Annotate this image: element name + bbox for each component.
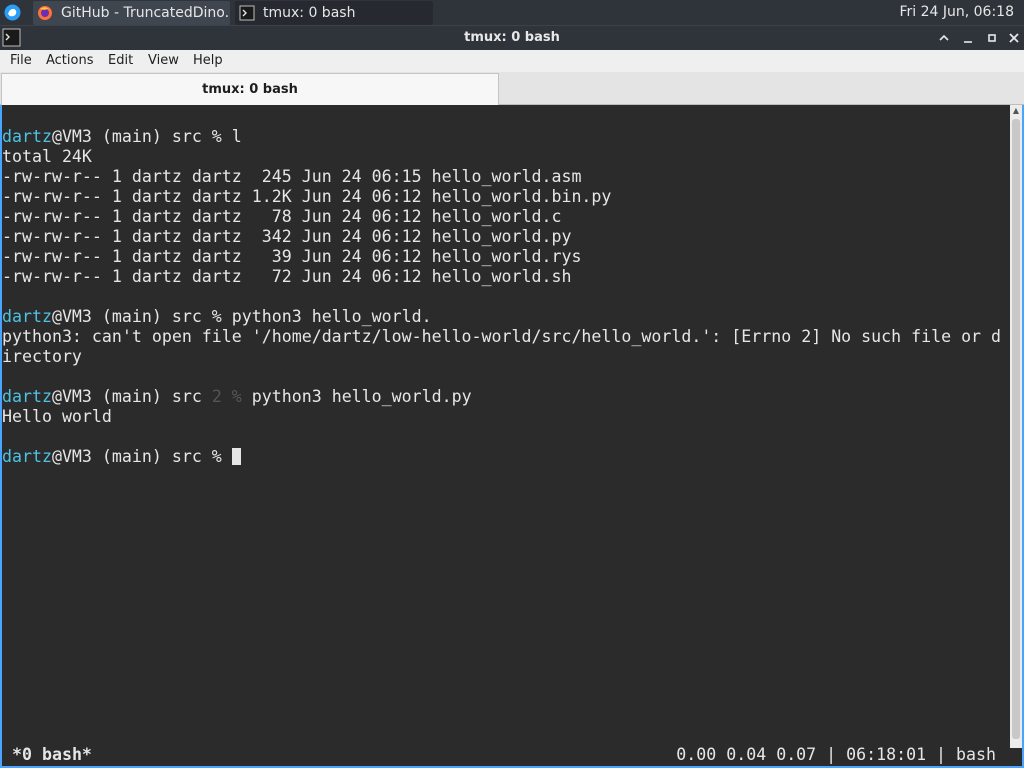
prompt-user: dartz [2,447,52,466]
window-title: tmux: 0 bash [464,30,560,45]
close-button[interactable] [1004,28,1024,48]
terminal-output-line: -rw-rw-r-- 1 dartz dartz 78 Jun 24 06:12… [2,207,562,226]
terminal-output-line: python3: can't open file '/home/dartz/lo… [2,327,1002,346]
terminal-icon [239,5,255,21]
terminal-prompt-line: dartz@VM3 (main) src % python3 hello_wor… [2,307,1001,327]
menu-view[interactable]: View [148,50,179,72]
terminal-prompt-line: dartz@VM3 (main) src % [2,447,1001,467]
tab-bar: tmux: 0 bash [0,72,1024,105]
terminal-output-line: -rw-rw-r-- 1 dartz dartz 72 Jun 24 06:12… [2,267,572,286]
minimize-button[interactable] [958,28,978,48]
terminal-output-line: Hello world [2,407,112,426]
terminal-output-line: -rw-rw-r-- 1 dartz dartz 1.2K Jun 24 06:… [2,187,612,206]
terminal-output-line: irectory [2,347,82,366]
tmux-window-list[interactable]: *0 bash* [12,744,92,766]
scrollbar-thumb[interactable] [1012,119,1020,739]
maximize-button[interactable] [982,28,1002,48]
taskbar: GitHub - TruncatedDino... tmux: 0 bash F… [0,0,1024,25]
terminal-output-line: -rw-rw-r-- 1 dartz dartz 342 Jun 24 06:1… [2,227,572,246]
prompt-command: python3 hello_world. [231,307,432,326]
terminal-prompt-line: dartz@VM3 (main) src 2 % python3 hello_w… [2,387,1001,407]
prompt-user: dartz [2,307,52,326]
prompt-user: dartz [2,127,52,146]
task-label: tmux: 0 bash [263,5,356,21]
tmux-status-right: 0.00 0.04 0.07 | 06:18:01 | bash [676,745,996,764]
terminal-view[interactable]: dartz@VM3 (main) src % l total 24K -rw-rw-… [0,105,1024,768]
clock[interactable]: Fri 24 Jun, 06:18 [899,0,1014,25]
prompt-host-path: @VM3 (main) src % [51,127,232,146]
prompt-user: dartz [2,387,52,406]
prompt-command: l [231,127,242,146]
terminal-output-line: total 24K [2,147,92,166]
tab-tmux-bash[interactable]: tmux: 0 bash [1,73,499,105]
menu-bar: File Actions Edit View Help [0,50,1024,72]
firefox-icon [37,5,53,21]
prompt-exit-code: 2 % [211,387,252,406]
scroll-up-arrow-icon[interactable]: ▲ [1011,106,1021,116]
terminal-output: dartz@VM3 (main) src % l total 24K -rw-rw-… [2,127,1001,467]
tmux-status-bar: *0 bash* 0.00 0.04 0.07 | 06:18:01 | bas… [2,744,1010,766]
scrollbar[interactable]: ▲ [1010,105,1022,748]
app-menu-icon[interactable] [3,3,22,22]
prompt-host-path: @VM3 (main) src % [51,307,232,326]
menu-actions[interactable]: Actions [46,50,94,72]
menu-help[interactable]: Help [193,50,223,72]
prompt-command: python3 hello_world.py [251,387,472,406]
task-label: GitHub - TruncatedDino... [61,5,230,21]
task-button-github[interactable]: GitHub - TruncatedDino... [33,1,230,25]
terminal-cursor [231,448,241,465]
terminal-output-line: -rw-rw-r-- 1 dartz dartz 245 Jun 24 06:1… [2,167,582,186]
menu-file[interactable]: File [10,50,32,72]
prompt-host-path: @VM3 (main) src % [51,447,232,466]
task-button-tmux[interactable]: tmux: 0 bash [235,1,433,25]
terminal-output-line: -rw-rw-r-- 1 dartz dartz 39 Jun 24 06:12… [2,247,582,266]
prompt-host-path: @VM3 (main) src [51,387,212,406]
terminal-prompt-line: dartz@VM3 (main) src % l [2,127,1001,147]
keep-above-button[interactable] [934,28,954,48]
menu-edit[interactable]: Edit [108,50,133,72]
window-titlebar[interactable]: tmux: 0 bash [0,25,1024,50]
